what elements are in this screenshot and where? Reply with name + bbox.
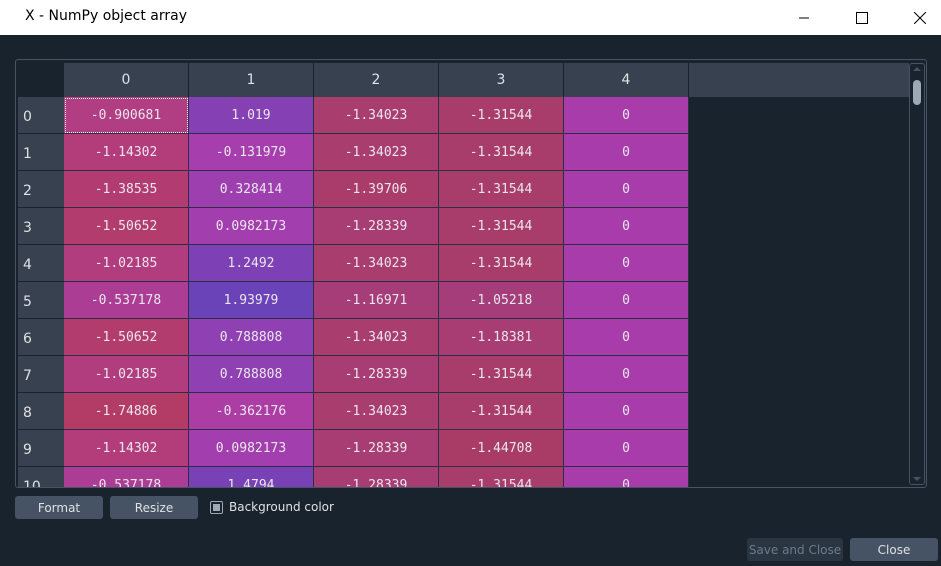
minimize-icon [798,12,810,24]
background-color-label: Background color [229,500,334,514]
maximize-icon [856,11,868,24]
minimize-button[interactable] [781,0,827,35]
table-cell[interactable]: -1.34023 [314,134,439,171]
table-cell[interactable]: -1.34023 [314,245,439,282]
row-header[interactable]: 10 [18,467,64,487]
row-header[interactable]: 6 [18,319,64,356]
close-button[interactable]: Close [850,538,938,561]
table-cell[interactable]: 0 [564,245,689,282]
row-header-bar: 0 1 2 3 4 5 6 7 8 9 10 [18,97,64,487]
table-cell[interactable]: -1.28339 [314,430,439,467]
table-cell[interactable]: -1.31544 [439,467,564,487]
table-cell[interactable]: -1.31544 [439,356,564,393]
table-cell[interactable]: -1.31544 [439,208,564,245]
table-cell[interactable]: 0.0982173 [189,430,314,467]
table-cell[interactable]: -1.02185 [64,356,189,393]
row-header[interactable]: 0 [18,97,64,134]
table-cell[interactable]: -0.900681 [64,97,189,134]
table-cell[interactable]: 1.4794 [189,467,314,487]
column-header[interactable]: 2 [314,63,439,97]
row-header[interactable]: 4 [18,245,64,282]
table-cell[interactable]: -1.28339 [314,356,439,393]
row-header[interactable]: 2 [18,171,64,208]
table-cell[interactable]: 0 [564,430,689,467]
column-header-bar: 01234 [64,63,909,97]
table-cell[interactable]: -0.537178 [64,467,189,487]
table-cell[interactable]: -1.50652 [64,208,189,245]
table-cell[interactable]: 0 [564,208,689,245]
table-cell[interactable]: -1.14302 [64,430,189,467]
row-header[interactable]: 7 [18,356,64,393]
table-cell[interactable]: 0.788808 [189,319,314,356]
table-cell[interactable]: 0 [564,282,689,319]
table-cell[interactable]: -0.131979 [189,134,314,171]
window-title: X - NumPy object array [25,8,188,24]
table-cell[interactable]: 0 [564,393,689,430]
table-cell[interactable]: 0 [564,319,689,356]
row-header[interactable]: 5 [18,282,64,319]
table-cell[interactable]: -1.38535 [64,171,189,208]
table-cell[interactable]: -1.31544 [439,245,564,282]
table-cell[interactable]: -1.31544 [439,97,564,134]
table-cell[interactable]: -1.39706 [314,171,439,208]
table-cell[interactable]: -1.31544 [439,171,564,208]
table-cell[interactable]: 0.0982173 [189,208,314,245]
table-cell[interactable]: -1.34023 [314,97,439,134]
table-cell[interactable]: -1.02185 [64,245,189,282]
scrollbar-thumb[interactable] [913,80,921,105]
table-cell[interactable]: -1.28339 [314,208,439,245]
table-cell[interactable]: 0 [564,134,689,171]
table-corner[interactable] [18,63,64,97]
array-table: 01234 0 1 2 3 4 5 6 7 8 9 10 -0.900681 1.019 -1.3402… [15,59,927,488]
table-cell[interactable]: -1.34023 [314,319,439,356]
table-cell[interactable]: -1.16971 [314,282,439,319]
format-button[interactable]: Format [15,496,103,519]
background-color-checkbox[interactable] [210,501,223,514]
table-cell[interactable]: 1.2492 [189,245,314,282]
column-header[interactable]: 3 [439,63,564,97]
row-header[interactable]: 9 [18,430,64,467]
table-body: -0.900681 1.019 -1.34023 -1.31544 0 -1.14302-… [64,97,689,487]
table-cell[interactable]: -1.18381 [439,319,564,356]
table-cell[interactable]: -1.50652 [64,319,189,356]
table-cell[interactable]: -1.74886 [64,393,189,430]
column-header[interactable]: 1 [189,63,314,97]
table-cell[interactable]: 1.93979 [189,282,314,319]
table-cell[interactable]: -1.44708 [439,430,564,467]
maximize-button[interactable] [839,0,885,35]
table-cell[interactable]: 0.788808 [189,356,314,393]
checkbox-checked-icon [213,504,220,511]
table-cell[interactable]: -1.31544 [439,393,564,430]
window-close-button[interactable] [897,0,941,35]
table-cell[interactable]: 0.328414 [189,171,314,208]
table-cell[interactable]: -0.362176 [189,393,314,430]
table-cell[interactable]: 1.019 [189,97,314,134]
close-icon [914,11,926,24]
table-cell[interactable]: -1.14302 [64,134,189,171]
table-cell[interactable]: 0 [564,356,689,393]
table-cell[interactable]: -1.34023 [314,393,439,430]
vertical-scrollbar[interactable] [909,63,925,485]
column-header[interactable]: 4 [564,63,689,97]
table-cell[interactable]: -0.537178 [64,282,189,319]
row-header[interactable]: 3 [18,208,64,245]
column-header[interactable]: 0 [64,63,189,97]
table-cell[interactable]: -1.31544 [439,134,564,171]
table-cell[interactable]: -1.05218 [439,282,564,319]
table-cell[interactable]: -1.28339 [314,467,439,487]
table-cell[interactable]: 0 [564,467,689,487]
row-header[interactable]: 8 [18,393,64,430]
scroll-up-icon[interactable] [913,67,921,71]
scroll-down-icon[interactable] [913,477,921,481]
resize-button[interactable]: Resize [110,496,198,519]
table-cell[interactable]: 0 [564,97,689,134]
row-header[interactable]: 1 [18,134,64,171]
title-bar: X - NumPy object array [0,0,941,35]
table-cell[interactable]: 0 [564,171,689,208]
save-and-close-button[interactable]: Save and Close [747,538,843,561]
